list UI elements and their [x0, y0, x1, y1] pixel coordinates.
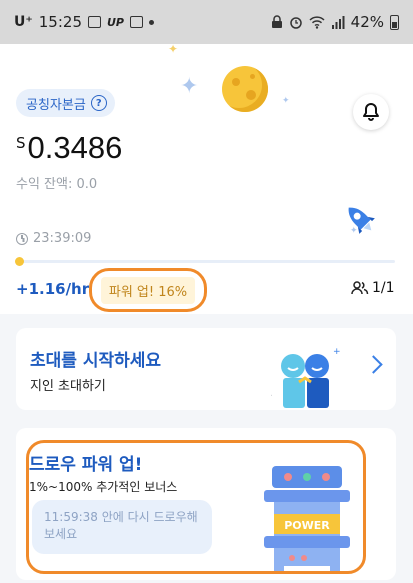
moon-icon	[222, 66, 268, 112]
chevron-right-icon[interactable]	[364, 355, 383, 374]
team-count[interactable]: 1/1	[351, 280, 395, 296]
battery-icon	[390, 14, 399, 30]
signal-icon	[331, 15, 345, 29]
up-app-icon: UP	[107, 15, 124, 29]
team-count-value: 1/1	[372, 280, 395, 296]
status-bar: U⁺ 15:25 UP 42%	[0, 0, 413, 44]
friends-illustration: + +	[271, 347, 341, 408]
star-icon: ✦	[282, 96, 290, 106]
draw-power-highlight-outline	[26, 440, 366, 574]
more-notifications-icon	[149, 19, 154, 25]
power-up-badge[interactable]: 파워 업! 16%	[89, 268, 207, 312]
carrier-label: U⁺	[14, 14, 33, 30]
currency-symbol: S	[16, 134, 26, 152]
bell-icon	[363, 103, 379, 121]
mining-summary-panel: ✦ ✦ ✦ ✦ 공칭자본금 ? S 0.3486 수익 잔액: 0.0 23:3…	[0, 42, 413, 314]
team-icon	[351, 281, 369, 295]
gallery-icon	[88, 16, 101, 28]
star-icon: ✦	[168, 42, 179, 56]
power-up-label: 파워 업! 16%	[100, 276, 196, 304]
balance-amount: 0.3486	[27, 130, 123, 165]
status-time: 15:25	[38, 13, 82, 31]
clock-icon	[16, 232, 28, 245]
svg-text:+: +	[333, 347, 341, 357]
rocket-icon[interactable]	[340, 199, 380, 239]
help-icon[interactable]: ?	[90, 95, 107, 111]
lock-icon	[271, 15, 282, 28]
svg-text:+: +	[271, 391, 273, 401]
progress-knob	[15, 257, 24, 266]
notification-button[interactable]	[353, 94, 389, 130]
timer-value: 23:39:09	[33, 231, 92, 246]
verified-capital-pill[interactable]: 공칭자본금 ?	[16, 89, 115, 117]
earnings-balance: 수익 잔액: 0.0	[16, 177, 98, 192]
verified-pill-label: 공칭자본금	[26, 97, 86, 113]
mining-progress-bar	[15, 257, 395, 266]
invite-title: 초대를 시작하세요	[30, 351, 162, 371]
wifi-icon	[309, 15, 325, 29]
alarm-icon	[289, 17, 302, 29]
sparkle-icon: ✦	[180, 74, 199, 99]
mining-timer: 23:39:09	[16, 231, 91, 246]
mining-rate: +1.16/hr	[16, 280, 90, 298]
balance-display: S 0.3486	[16, 130, 122, 166]
battery-percent: 42%	[350, 13, 384, 31]
invite-card[interactable]: 초대를 시작하세요 지인 초대하기 + +	[16, 328, 396, 410]
news-icon	[130, 16, 143, 28]
invite-subtitle: 지인 초대하기	[30, 379, 106, 394]
